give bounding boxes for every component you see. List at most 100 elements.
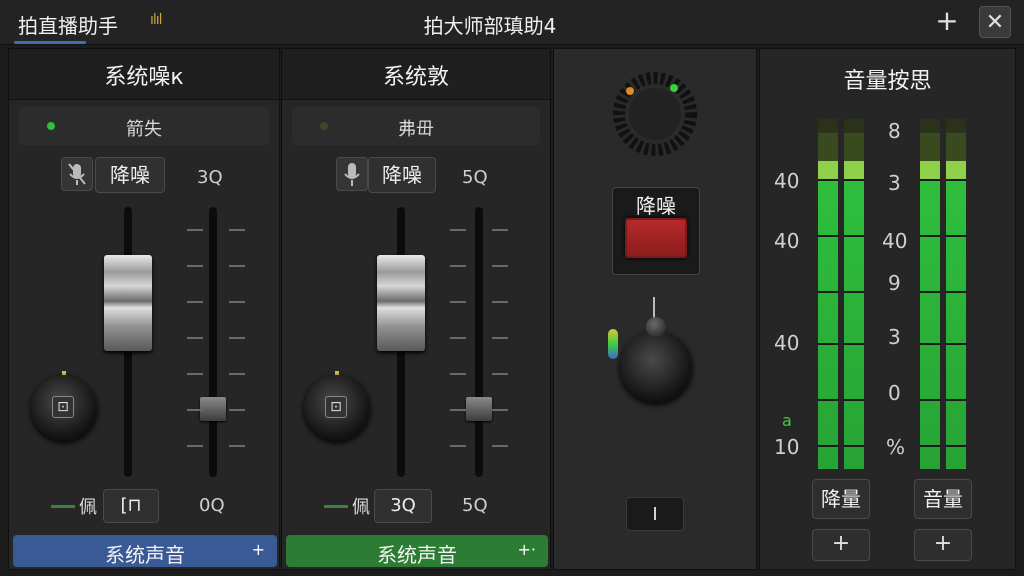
meter-tick — [946, 179, 966, 181]
meter-tick — [920, 291, 940, 293]
meter-tick — [844, 235, 864, 237]
meter-tick — [946, 445, 966, 447]
channel-strip-2: 系统敦 弗毌 降噪 5Q ⊡ 佩 3Q 5Q 系统声音 +· — [281, 48, 551, 570]
sample-icon: ⊡ — [52, 396, 74, 418]
right-scale-label: 3 — [888, 171, 901, 195]
meter-level-cap — [920, 161, 940, 179]
noise-reduction-button[interactable]: 降噪 — [368, 157, 436, 193]
noise-toggle-button[interactable] — [625, 218, 687, 258]
left-scale-label: 10 — [774, 435, 800, 459]
meter-panel-title: 音量按思 — [843, 69, 932, 94]
channel-1-foot-label: 佩 — [79, 497, 97, 518]
meter-level-fill — [946, 179, 966, 469]
reduce-volume-button[interactable]: 降量 — [812, 479, 870, 519]
main-fader-handle[interactable] — [377, 255, 425, 351]
window-title: 拍大师部瑱助4 — [423, 14, 557, 38]
channel-strip-1: 系统噪к 箭失 降噪 3Q ⊡ 佩 [⊓ 0Q 系统声音 + — [8, 48, 280, 570]
center-control-panel: 降噪 I — [553, 48, 757, 570]
meter-tick — [844, 445, 864, 447]
meter-tick — [946, 235, 966, 237]
app-tab-title[interactable]: 拍直播助手 — [18, 10, 118, 39]
noise-toggle-label: 降噪 — [636, 194, 676, 218]
sample-icon: ⊡ — [325, 396, 347, 418]
mic-mute-button[interactable] — [61, 157, 93, 191]
channel-1-title: 系统噪к — [104, 65, 184, 90]
channel-1-top-value: 3Q — [197, 167, 223, 188]
active-tab-indicator — [14, 41, 86, 44]
meter-headroom-zone — [844, 133, 864, 161]
channel-1-status[interactable]: 箭失 — [19, 107, 269, 145]
meter-level-fill — [920, 179, 940, 469]
right-scale-label: 0 — [888, 381, 901, 405]
meter-peak-zone — [844, 119, 864, 133]
joystick-cap — [646, 317, 666, 337]
meter-peak-zone — [920, 119, 940, 133]
meter-tick — [818, 291, 838, 293]
main-fader-handle[interactable] — [104, 255, 152, 351]
gain-knob[interactable]: ⊡ — [304, 375, 370, 441]
meter-tick — [818, 343, 838, 345]
meter-tick — [920, 235, 940, 237]
channel-1-bottom-value: 0Q — [199, 495, 225, 516]
route-label: 系统声音 — [105, 543, 185, 567]
add-left-button[interactable]: + — [812, 529, 870, 561]
volume-button[interactable]: 音量 — [914, 479, 972, 519]
rotary-dial[interactable] — [612, 71, 698, 157]
meter-tick — [844, 399, 864, 401]
channel-2-title: 系统敦 — [382, 65, 449, 90]
close-icon: ✕ — [985, 10, 1005, 35]
channel-2-status-text: 弗毌 — [398, 119, 434, 140]
level-indicator-line — [324, 505, 348, 508]
right-scale-label: 3 — [888, 325, 901, 349]
right-scale-label: 40 — [882, 229, 908, 253]
meter-level-fill — [844, 179, 864, 469]
meter-headroom-zone — [818, 133, 838, 161]
channel-2-status[interactable]: 弗毌 — [292, 107, 540, 145]
channel-1-header: 系统噪к — [9, 49, 279, 100]
meter-tick — [946, 399, 966, 401]
close-button[interactable]: ✕ — [979, 6, 1011, 38]
joystick-pointer — [653, 297, 655, 319]
joystick-range-indicator — [608, 329, 618, 359]
meter-bar — [818, 119, 838, 469]
right-scale-label: 9 — [888, 271, 901, 295]
noise-reduction-button[interactable]: 降噪 — [95, 157, 165, 193]
meter-tick — [818, 235, 838, 237]
meter-level-cap — [844, 161, 864, 179]
channel-2-bottom-value: 5Q — [462, 495, 488, 516]
right-scale-label: 8 — [888, 119, 901, 143]
meter-headroom-zone — [946, 133, 966, 161]
meter-level-fill — [818, 179, 838, 469]
gain-knob[interactable]: ⊡ — [31, 375, 97, 441]
add-right-button[interactable]: + — [914, 529, 972, 561]
dial-green-dot — [670, 84, 678, 92]
meter-headroom-zone — [920, 133, 940, 161]
meter-tick — [920, 399, 940, 401]
mic-button[interactable] — [336, 157, 368, 191]
meter-level-cap — [818, 161, 838, 179]
channel-1-foot-button[interactable]: [⊓ — [103, 489, 159, 523]
meter-level-cap — [946, 161, 966, 179]
meter-tick — [844, 343, 864, 345]
left-scale-marker: a — [782, 411, 792, 430]
meter-peak-zone — [946, 119, 966, 133]
add-icon[interactable]: + — [932, 5, 962, 37]
route-button-1[interactable]: 系统声音 + — [13, 535, 277, 567]
joystick-knob[interactable] — [620, 317, 692, 403]
route-button-2[interactable]: 系统声音 +· — [286, 535, 548, 567]
meter-tick — [818, 445, 838, 447]
level-indicator-line — [51, 505, 75, 508]
channel-2-foot-button[interactable]: 3Q — [374, 489, 432, 523]
noise-toggle-frame: 降噪 — [612, 187, 700, 275]
meter-tick — [920, 179, 940, 181]
audio-wave-icon: ılıl — [150, 12, 163, 28]
right-scale-label: % — [886, 435, 906, 459]
mic-slash-icon — [68, 163, 86, 185]
meter-bar — [920, 119, 940, 469]
channel-2-top-value: 5Q — [462, 167, 488, 188]
fader-scale-ticks — [450, 227, 510, 477]
fader-scale-ticks — [187, 227, 247, 477]
center-value-display[interactable]: I — [626, 497, 684, 531]
meter-tick — [946, 291, 966, 293]
route-add-icon: + — [251, 540, 265, 559]
